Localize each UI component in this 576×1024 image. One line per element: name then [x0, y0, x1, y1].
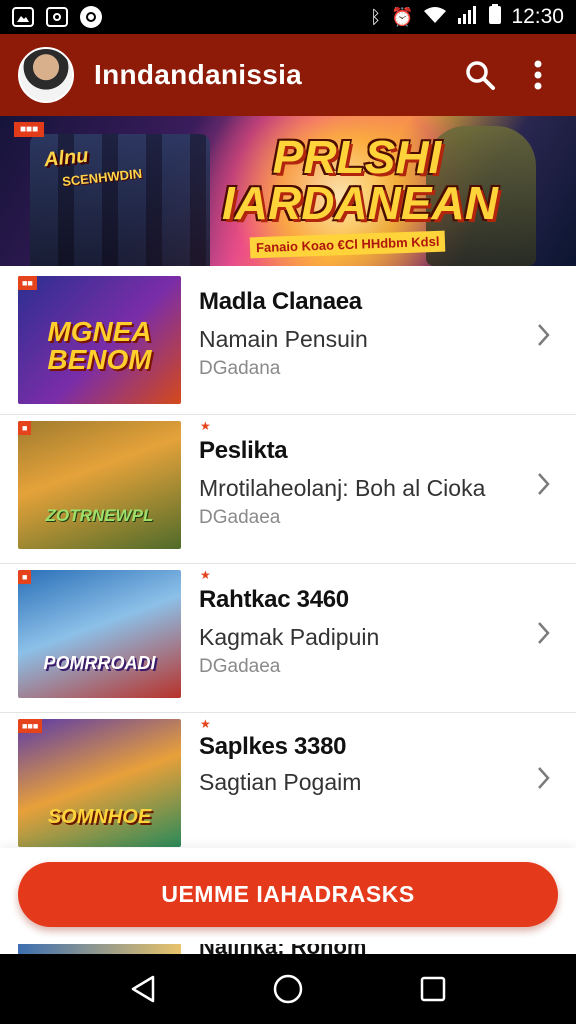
signal-icon	[457, 4, 479, 30]
game-thumbnail: ■■■ SOMNHOE	[18, 719, 181, 847]
item-meta: DGadaea	[199, 656, 281, 677]
alarm-icon: ⏰	[391, 6, 414, 28]
recents-icon	[421, 976, 446, 1002]
banner-main-title: PRLSHI IARDANEAN	[222, 131, 498, 229]
chevron-right-icon	[538, 767, 550, 789]
battery-icon	[489, 4, 502, 30]
thumb-badge: ■■■	[18, 719, 43, 733]
bluetooth-icon: ᛒ	[370, 6, 382, 28]
status-bar: ᛒ ⏰ 12:30	[0, 0, 576, 34]
sync-icon	[80, 6, 102, 28]
banner-left-title: Alnu	[42, 144, 90, 172]
camera-icon	[46, 7, 68, 27]
chevron-right-icon	[538, 473, 550, 495]
home-button[interactable]	[268, 969, 308, 1009]
item-subtitle: Namain Pensuin	[199, 326, 368, 352]
item-subtitle: Sagtian Pogaim	[199, 769, 362, 795]
game-thumbnail	[18, 944, 181, 954]
thumb-title: ZOTRNEWPL	[45, 506, 154, 525]
app-title: Inndandanissia	[94, 59, 303, 90]
image-icon	[12, 7, 34, 27]
wifi-icon	[423, 4, 447, 30]
item-title: Peslikta	[199, 437, 288, 464]
thumb-title: MGNEA BENOM	[47, 316, 152, 375]
game-thumbnail: ■■ MGNEA BENOM	[18, 276, 181, 404]
recents-button[interactable]	[413, 969, 453, 1009]
list-item[interactable]: ■ ZOTRNEWPL ★ Peslikta Mrotilaheolanj: B…	[0, 415, 576, 564]
item-subtitle: Mrotilaheolanj: Boh al Cioka	[199, 475, 486, 501]
thumb-badge: ■	[18, 570, 32, 584]
banner-title-line1: PRLSHI	[272, 131, 442, 183]
next-list-item-peek[interactable]: Naiinka: Ronom	[0, 944, 576, 954]
star-icon: ★	[200, 568, 211, 582]
list-item[interactable]: ■■■ SOMNHOE ★ Saplkes 3380 Sagtian Pogai…	[0, 713, 576, 862]
status-time: 12:30	[511, 5, 564, 28]
star-icon: ★	[200, 717, 211, 731]
avatar[interactable]	[18, 47, 74, 103]
item-title: Saplkes 3380	[199, 733, 347, 760]
thumb-badge: ■	[18, 421, 32, 435]
item-subtitle: Kagmak Padipuin	[199, 624, 380, 650]
thumb-title: SOMNHOE	[47, 806, 152, 828]
chevron-right-icon	[538, 622, 550, 644]
banner-badge: ■■■	[14, 122, 45, 137]
promo-banner[interactable]: ■■■ Alnu SCENHWDIN PRLSHI IARDANEAN Fana…	[0, 116, 576, 266]
game-thumbnail: ■ ZOTRNEWPL	[18, 421, 181, 549]
game-list: ■■ MGNEA BENOM Madla Clanaea Namain Pens…	[0, 266, 576, 862]
home-icon	[273, 974, 303, 1004]
thumb-title: POMRROADI	[43, 653, 156, 673]
item-title: Naiinka: Ronom	[199, 944, 366, 954]
overflow-menu-button[interactable]	[518, 55, 558, 95]
back-icon	[131, 975, 154, 1003]
app-bar: Inndandanissia	[0, 34, 576, 116]
banner-title-line2: IARDANEAN	[222, 177, 498, 229]
list-item[interactable]: ■ POMRROADI ★ Rahtkac 3460 Kagmak Padipu…	[0, 564, 576, 713]
game-thumbnail: ■ POMRROADI	[18, 570, 181, 698]
item-title: Rahtkac 3460	[199, 586, 349, 613]
list-item[interactable]: ■■ MGNEA BENOM Madla Clanaea Namain Pens…	[0, 266, 576, 415]
item-meta: DGadana	[199, 358, 281, 379]
search-icon	[466, 61, 495, 90]
search-button[interactable]	[460, 55, 500, 95]
item-title: Madla Clanaea	[199, 288, 362, 315]
chevron-right-icon	[538, 324, 550, 346]
cta-container: UEMME IAHADRASKS	[0, 848, 576, 944]
more-vert-icon	[534, 60, 542, 90]
primary-cta-button[interactable]: UEMME IAHADRASKS	[18, 862, 558, 927]
star-icon: ★	[200, 419, 211, 433]
thumb-badge: ■■	[18, 276, 37, 290]
item-meta: DGadaea	[199, 507, 281, 528]
back-button[interactable]	[123, 969, 163, 1009]
system-nav-bar	[0, 954, 576, 1024]
